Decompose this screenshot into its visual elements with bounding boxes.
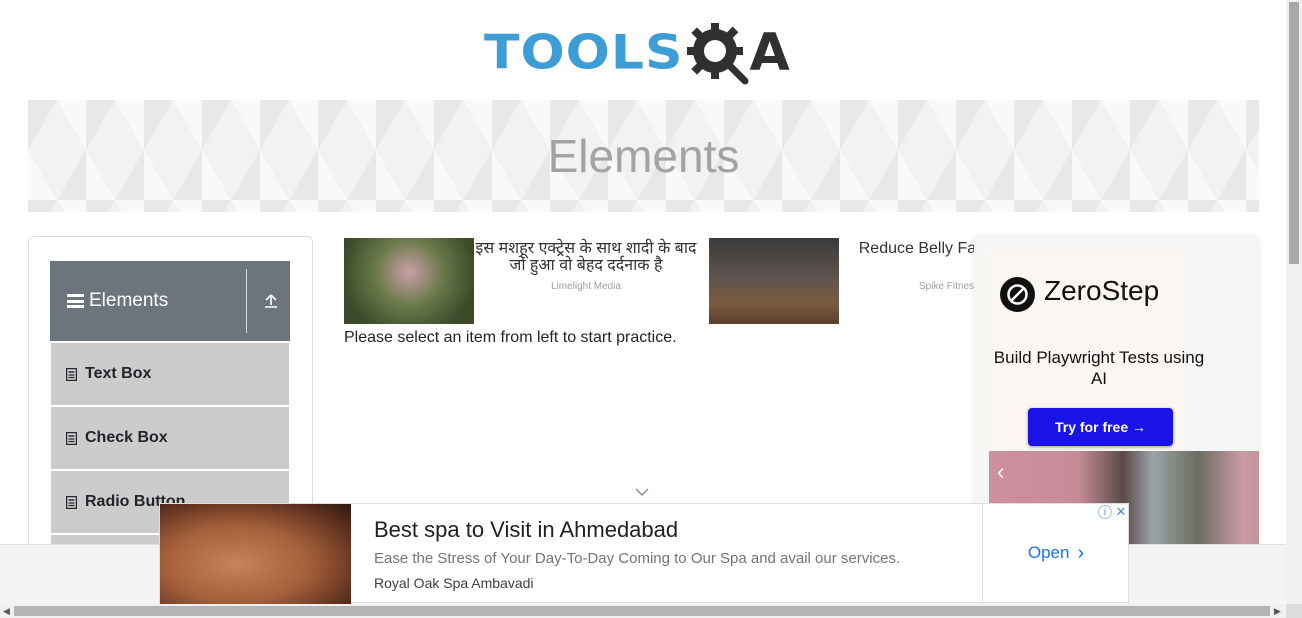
sidebar-group-label: Elements xyxy=(89,290,169,311)
document-icon xyxy=(66,495,77,509)
right-ad-panel[interactable]: ZeroStep Build Playwright Tests using AI… xyxy=(974,236,1259,546)
scrollbar-corner xyxy=(1286,604,1302,618)
zerostep-ad[interactable]: ZeroStep Build Playwright Tests using AI… xyxy=(986,250,1204,450)
ad-headline[interactable]: Reduce Belly Fat In Days xyxy=(839,240,975,257)
sidebar-item-label: Text Box xyxy=(85,365,152,382)
spa-ad-image[interactable] xyxy=(160,504,351,604)
sidebar-item-check-box[interactable]: Check Box xyxy=(51,407,289,469)
header-divider xyxy=(246,269,247,333)
sidebar-item-text-box[interactable]: Text Box xyxy=(51,343,289,405)
vertical-scrollbar[interactable] xyxy=(1286,0,1302,604)
open-label: Open xyxy=(1027,543,1070,562)
info-icon[interactable]: i xyxy=(1098,505,1112,519)
sidebar-item-label: Check Box xyxy=(85,429,168,446)
horizontal-scrollbar-thumb[interactable] xyxy=(14,606,1270,616)
logo-text-tools: TOOLS xyxy=(484,26,684,80)
try-for-free-button[interactable]: Try for free → xyxy=(1028,408,1173,446)
scroll-left-arrow-icon[interactable]: ◀ xyxy=(3,606,10,617)
gear-magnifier-icon xyxy=(687,23,749,85)
ad-headline[interactable]: इस मशहूर एक्ट्रेस के साथ शादी के बाद जो … xyxy=(474,240,698,274)
sponsored-card[interactable]: Reduce Belly Fat In Days Spike Fitness xyxy=(709,238,975,326)
upload-arrow-icon[interactable] xyxy=(263,293,279,309)
ad-source: Spike Fitness xyxy=(918,281,975,292)
sidebar-group-elements[interactable]: Elements xyxy=(50,261,290,341)
sponsored-card[interactable]: इस मशहूर एक्ट्रेस के साथ शादी के बाद जो … xyxy=(344,238,704,326)
practice-instruction: Please select an item from left to start… xyxy=(344,329,677,346)
ad-thumbnail[interactable] xyxy=(344,238,474,324)
document-icon xyxy=(66,431,77,445)
ad-title[interactable]: Best spa to Visit in Ahmedabad xyxy=(374,517,678,543)
logo-text-a: A xyxy=(749,23,790,83)
chevron-right-icon: › xyxy=(1077,541,1085,564)
ad-source: Limelight Media xyxy=(550,281,622,292)
chevron-down-icon[interactable] xyxy=(635,488,649,497)
bottom-ad[interactable]: Best spa to Visit in Ahmedabad Ease the … xyxy=(159,503,1129,604)
zerostep-logo-icon xyxy=(1000,277,1035,312)
page-title: Elements xyxy=(547,130,740,182)
close-icon[interactable]: ✕ xyxy=(1114,504,1128,519)
toolsqa-logo[interactable]: TOOLS A xyxy=(484,14,808,92)
horizontal-scrollbar[interactable]: ◀ ▶ xyxy=(0,604,1286,618)
adchoices[interactable]: i ✕ xyxy=(1098,504,1128,519)
ad-thumbnail[interactable] xyxy=(709,238,839,324)
scroll-right-arrow-icon[interactable]: ▶ xyxy=(1274,606,1281,617)
hamburger-icon xyxy=(67,294,84,308)
document-icon xyxy=(66,367,77,381)
vertical-scrollbar-thumb[interactable] xyxy=(1289,2,1299,264)
zerostep-brand: ZeroStep xyxy=(1044,275,1160,306)
ad-description: Ease the Stress of Your Day-To-Day Comin… xyxy=(374,550,901,567)
zerostep-tagline: Build Playwright Tests using AI xyxy=(993,348,1205,388)
page-banner: Elements xyxy=(28,100,1259,212)
chevron-left-icon[interactable]: ‹ xyxy=(997,459,1004,485)
ad-advertiser: Royal Oak Spa Ambavadi xyxy=(374,575,534,591)
